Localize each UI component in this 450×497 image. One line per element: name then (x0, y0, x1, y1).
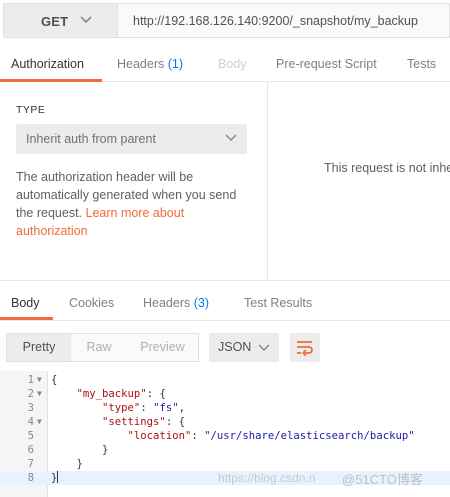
wrap-lines-icon (297, 341, 313, 356)
url-text: http://192.168.126.140:9200/_snapshot/my… (133, 14, 418, 28)
type-label: TYPE (16, 104, 46, 116)
chevron-down-icon (80, 16, 92, 24)
line-number: 4 (27, 416, 34, 428)
line-number: 5 (27, 430, 34, 442)
line-number: 7 (27, 458, 34, 470)
format-select[interactable]: JSON (209, 333, 279, 362)
auth-type-select[interactable]: Inherit auth from parent (16, 124, 247, 154)
code-text: "location": "/usr/share/elasticsearch/ba… (127, 430, 415, 442)
fold-arrow-icon[interactable]: ▼ (37, 373, 42, 387)
tab-test-results[interactable]: Test Results (244, 296, 312, 310)
method-label: GET (41, 14, 69, 29)
watermark-logo: @51CTO博客 (342, 472, 423, 487)
line-number: 2 (27, 388, 34, 400)
authorization-panel: TYPE Inherit auth from parent The author… (0, 82, 268, 280)
code-line: 4 ▼ "settings": { (0, 415, 450, 429)
code-line: 6 } (0, 443, 450, 457)
code-text: "type": "fs", (102, 402, 185, 414)
line-number: 3 (27, 402, 34, 414)
method-dropdown[interactable]: GET (3, 3, 118, 38)
tab-response-body[interactable]: Body (11, 296, 40, 310)
request-tabs: Authorization Headers (1) Body Pre-reque… (0, 43, 450, 82)
tab-tests[interactable]: Tests (407, 57, 436, 71)
tab-active-indicator (0, 317, 53, 320)
response-tabs: Body Cookies Headers (3) Test Results (0, 281, 450, 321)
watermark: https://blog.csdn.n (218, 471, 316, 485)
response-toolbar: Pretty Raw Preview JSON (0, 321, 450, 369)
code-text: } (51, 444, 109, 456)
code-text: } (51, 458, 83, 470)
code-line: 2 ▼ "my_backup": { (0, 387, 450, 401)
auth-description: The authorization header will be automat… (16, 170, 237, 238)
tab-authorization[interactable]: Authorization (11, 57, 84, 71)
code-text: "settings": { (102, 416, 185, 428)
inherit-message: This request is not inhe (324, 161, 450, 175)
code-line: 3 "type": "fs", (0, 401, 450, 415)
text-cursor (57, 471, 59, 483)
url-input[interactable]: http://192.168.126.140:9200/_snapshot/my… (118, 3, 450, 38)
tab-cookies[interactable]: Cookies (69, 296, 114, 310)
request-url-bar: GET http://192.168.126.140:9200/_snapsho… (0, 0, 450, 43)
tab-headers[interactable]: Headers (1) (117, 57, 183, 71)
wrap-lines-button[interactable] (290, 333, 320, 362)
tab-response-headers[interactable]: Headers (3) (143, 296, 209, 310)
format-value: JSON (218, 340, 252, 354)
code-line: 5 "location": "/usr/share/elasticsearch/… (0, 429, 450, 443)
chevron-down-icon (225, 134, 237, 142)
fold-arrow-icon[interactable]: ▼ (37, 387, 42, 401)
code-text: { (51, 374, 58, 386)
tab-body[interactable]: Body (218, 57, 247, 71)
view-mode-group: Pretty Raw Preview (6, 333, 199, 362)
line-number: 6 (27, 444, 34, 456)
line-number: 1 (27, 374, 34, 386)
line-number: 8 (27, 472, 34, 484)
code-text: "my_backup": { (76, 388, 166, 400)
pretty-button[interactable]: Pretty (7, 334, 71, 361)
code-line: 1 ▼ { (0, 373, 450, 387)
auth-type-value: Inherit auth from parent (26, 132, 156, 146)
code-text: } (51, 471, 59, 484)
raw-button[interactable]: Raw (71, 334, 127, 361)
tab-pre-request-script[interactable]: Pre-request Script (276, 57, 377, 71)
chevron-down-icon (258, 344, 270, 352)
preview-button[interactable]: Preview (127, 334, 198, 361)
fold-arrow-icon[interactable]: ▼ (37, 415, 42, 429)
